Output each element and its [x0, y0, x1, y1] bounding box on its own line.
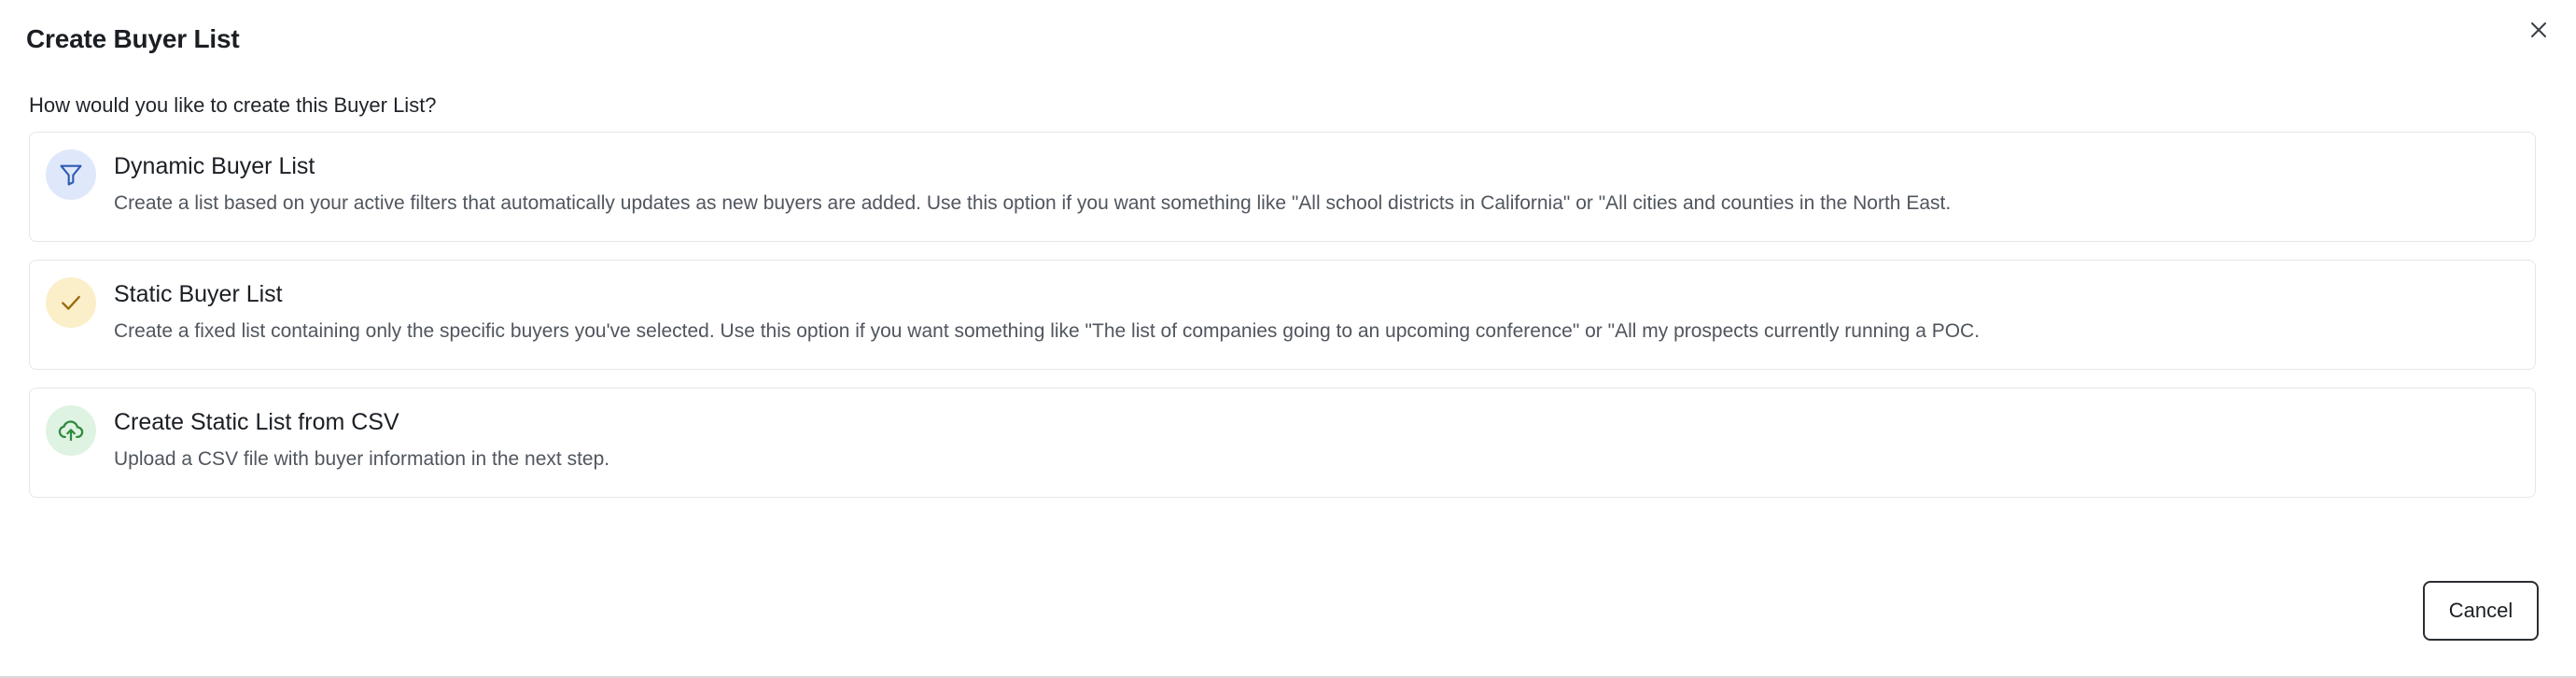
option-static-buyer-list[interactable]: Static Buyer List Create a fixed list co…: [29, 260, 2536, 370]
dialog-question: How would you like to create this Buyer …: [29, 93, 437, 117]
filter-icon: [60, 164, 82, 186]
check-icon: [62, 295, 80, 310]
create-buyer-list-dialog: Create Buyer List How would you like to …: [0, 0, 2576, 678]
dialog-title: Create Buyer List: [26, 24, 240, 53]
option-static-list-from-csv[interactable]: Create Static List from CSV Upload a CSV…: [29, 388, 2536, 498]
option-dynamic-buyer-list[interactable]: Dynamic Buyer List Create a list based o…: [29, 132, 2536, 242]
close-button[interactable]: [2520, 11, 2557, 49]
option-title: Dynamic Buyer List: [114, 153, 315, 179]
cloud-upload-icon: [58, 420, 84, 442]
option-title: Create Static List from CSV: [114, 409, 399, 435]
option-icon-badge: [46, 405, 96, 456]
cancel-button[interactable]: Cancel: [2423, 581, 2539, 641]
close-icon: [2531, 22, 2546, 37]
option-description: Create a fixed list containing only the …: [114, 320, 1981, 342]
option-description: Upload a CSV file with buyer information…: [114, 448, 610, 470]
option-icon-badge: [46, 277, 96, 328]
option-description: Create a list based on your active filte…: [114, 192, 1952, 214]
option-icon-badge: [46, 149, 96, 200]
option-title: Static Buyer List: [114, 281, 283, 307]
